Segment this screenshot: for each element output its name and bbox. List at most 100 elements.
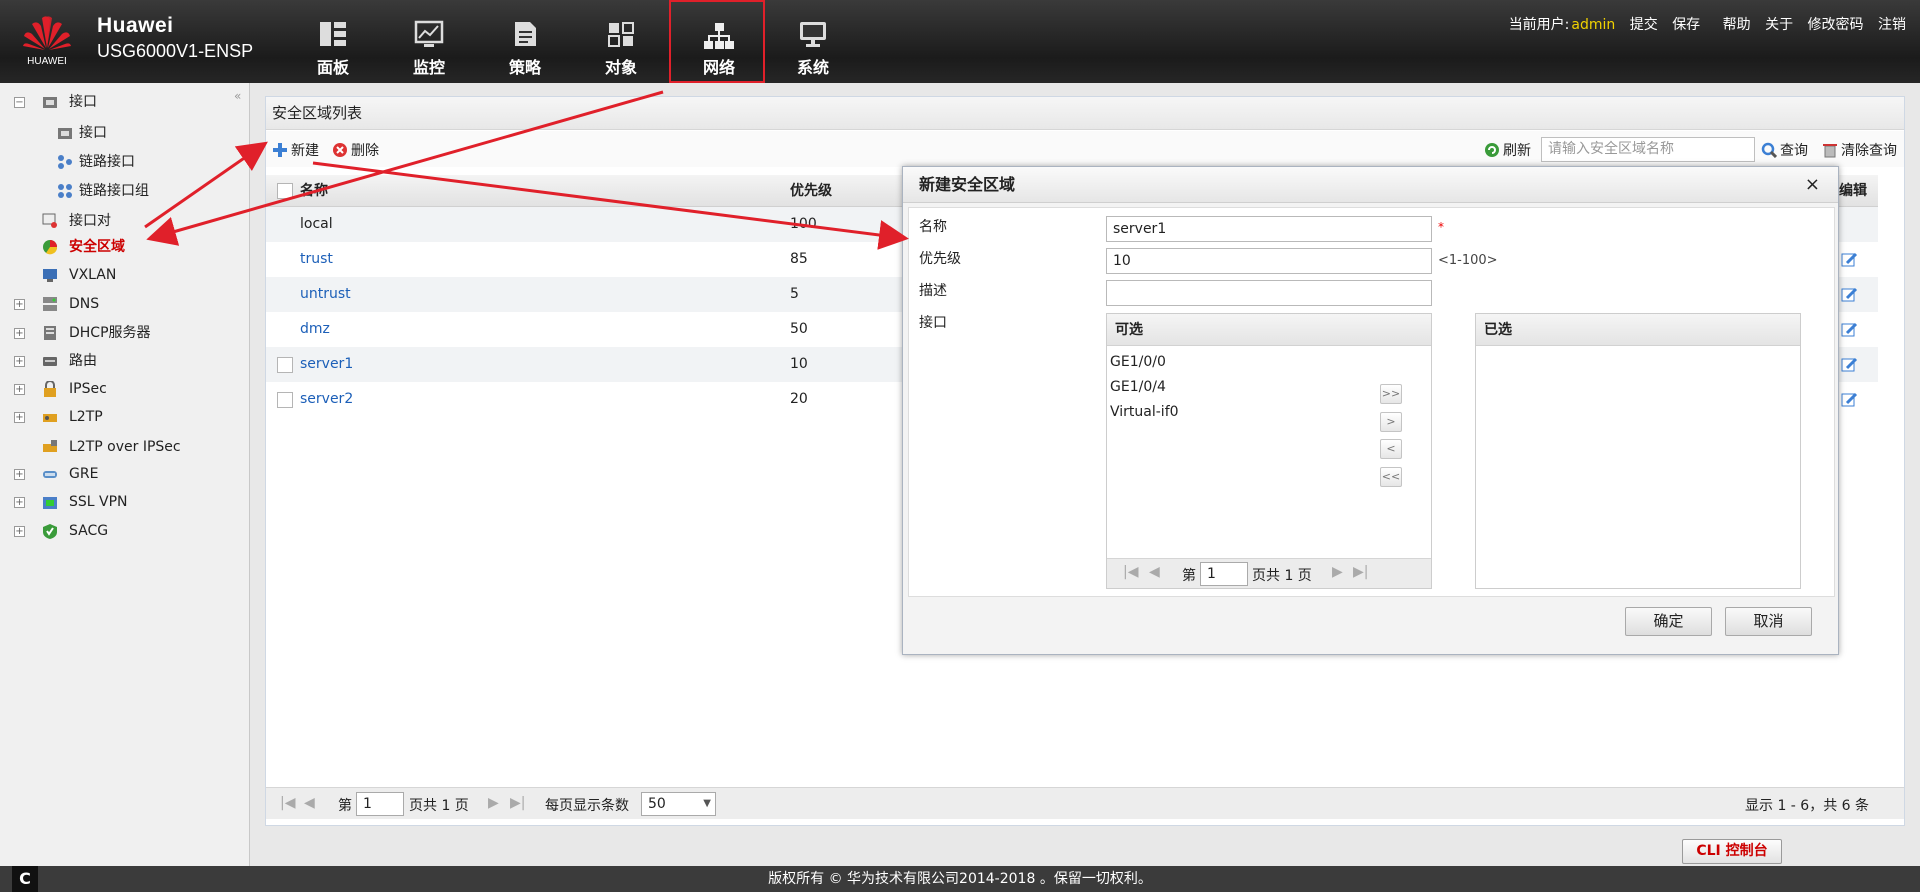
dialog-body: 名称 server1 * 优先级 10 <1-100> 描述 接口 可选 GE1… [908,207,1835,597]
sidebar-item-sacg[interactable]: + SACG [0,520,249,542]
move-all-right-button[interactable]: >> [1380,384,1402,404]
cancel-button[interactable]: 取消 [1725,607,1812,636]
c-icon[interactable]: C [12,866,38,892]
logout-link[interactable]: 注销 [1878,17,1906,33]
new-button[interactable]: 新建 [272,140,319,160]
refresh-button[interactable]: 刷新 [1484,140,1531,160]
nav-system[interactable]: 系统 [765,0,861,83]
clear-query-button[interactable]: 清除查询 [1822,140,1897,160]
nav-network[interactable]: 网络 [669,0,765,83]
nav-policy[interactable]: 策略 [477,0,573,83]
next-page-icon[interactable]: ▶ [488,795,499,811]
first-page-icon[interactable]: |◀ [1123,564,1138,580]
brand: Huawei USG6000V1-ENSP [97,14,253,62]
about-link[interactable]: 关于 [1765,17,1793,33]
zone-name-link[interactable]: server2 [300,382,353,417]
search-input[interactable]: 请输入安全区域名称 [1541,137,1755,162]
prev-page-icon[interactable]: ◀ [304,795,315,811]
sidebar-item-vxlan[interactable]: VXLAN [0,264,249,286]
sidebar-item-security-zone[interactable]: 安全区域 [0,236,249,258]
ok-button[interactable]: 确定 [1625,607,1712,636]
sidebar-item-dns[interactable]: + DNS [0,293,249,315]
priority-range-hint: <1-100> [1438,253,1498,268]
sacg-shield-icon [43,524,57,539]
query-button[interactable]: 查询 [1761,140,1808,160]
save-link[interactable]: 保存 [1672,17,1700,33]
zone-priority: 50 [790,321,808,337]
nav-object[interactable]: 对象 [573,0,669,83]
list-item[interactable]: GE1/0/0 [1107,350,1431,375]
sidebar-item-interface-group[interactable]: − 接口 [0,91,249,113]
sidebar-item-l2tp[interactable]: + L2TP [0,406,249,428]
submit-link[interactable]: 提交 [1630,17,1658,33]
zone-name-link[interactable]: trust [300,242,333,277]
page-prefix: 第 [338,798,352,814]
expand-icon[interactable]: + [14,526,25,537]
nav-label: 监控 [412,58,445,77]
clear-trash-icon [1823,144,1837,158]
sidebar-item-routing[interactable]: + 路由 [0,350,249,372]
priority-input[interactable]: 10 [1106,248,1432,274]
help-link[interactable]: 帮助 [1723,17,1751,33]
sidebar-item-link-interface-group[interactable]: 链路接口组 [0,180,249,202]
sidebar: − 接口 接口 链路接口 链路接口组 接口对 安全区域 VXLAN + DNS … [0,83,250,866]
monitor-chart-icon [414,20,444,47]
policy-document-icon [515,22,536,46]
zone-priority: 85 [790,251,808,267]
name-input[interactable]: server1 [1106,216,1432,242]
expand-icon[interactable]: + [14,299,25,310]
zone-name-link[interactable]: dmz [300,312,330,347]
ipsec-lock-icon [44,381,56,397]
description-input[interactable] [1106,280,1432,306]
expand-icon[interactable]: + [14,497,25,508]
expand-icon[interactable]: + [14,328,25,339]
first-page-icon[interactable]: |◀ [280,795,295,811]
select-all-checkbox[interactable] [277,183,293,199]
delete-button[interactable]: 删除 [332,140,379,160]
sidebar-item-ipsec[interactable]: + IPSec [0,378,249,400]
change-password-link[interactable]: 修改密码 [1808,17,1864,33]
zone-name-link[interactable]: untrust [300,277,351,312]
edit-icon[interactable] [1841,286,1858,303]
sidebar-item-gre[interactable]: + GRE [0,463,249,485]
last-page-icon[interactable]: ▶| [1353,564,1368,580]
sidebar-item-link-interface[interactable]: 链路接口 [0,151,249,173]
expand-icon[interactable]: + [14,384,25,395]
link-interface-icon [58,155,72,169]
expand-icon[interactable]: + [14,469,25,480]
edit-icon[interactable] [1841,321,1858,338]
expand-icon[interactable]: + [14,356,25,367]
prev-page-icon[interactable]: ◀ [1149,564,1160,580]
router-icon [43,357,57,366]
edit-icon[interactable] [1841,356,1858,373]
device-model: USG6000V1-ENSP [97,41,254,61]
edit-icon[interactable] [1841,391,1858,408]
next-page-icon[interactable]: ▶ [1332,564,1343,580]
row-checkbox[interactable] [277,392,293,408]
zone-name-link[interactable]: server1 [300,347,353,382]
username: admin [1571,17,1616,33]
edit-icon[interactable] [1841,251,1858,268]
cli-console-button[interactable]: CLI 控制台 [1682,839,1782,864]
page-number-input[interactable]: 1 [356,792,404,816]
per-page-select[interactable]: 50 ▼ [641,792,716,816]
sidebar-collapse-icon[interactable]: « [234,89,241,103]
collapse-icon[interactable]: − [14,97,25,108]
move-left-button[interactable]: < [1380,439,1402,459]
nav-dashboard[interactable]: 面板 [285,0,381,83]
move-right-button[interactable]: > [1380,412,1402,432]
sidebar-item-l2tp-over-ipsec[interactable]: L2TP over IPSec [0,436,249,458]
move-all-left-button[interactable]: << [1380,467,1402,487]
sidebar-item-dhcp-server[interactable]: + DHCP服务器 [0,322,249,344]
sidebar-item-ssl-vpn[interactable]: + SSL VPN [0,491,249,513]
close-icon[interactable]: × [1805,167,1820,203]
sidebar-item-interface[interactable]: 接口 [0,122,249,144]
page-total: 页共 1 页 [409,798,469,814]
nav-monitor[interactable]: 监控 [381,0,477,83]
last-page-icon[interactable]: ▶| [510,795,525,811]
expand-icon[interactable]: + [14,412,25,423]
list-page-input[interactable]: 1 [1200,562,1248,586]
sidebar-item-interface-pair[interactable]: 接口对 [0,210,249,232]
column-edit: 编辑 [1839,183,1867,199]
row-checkbox[interactable] [277,357,293,373]
